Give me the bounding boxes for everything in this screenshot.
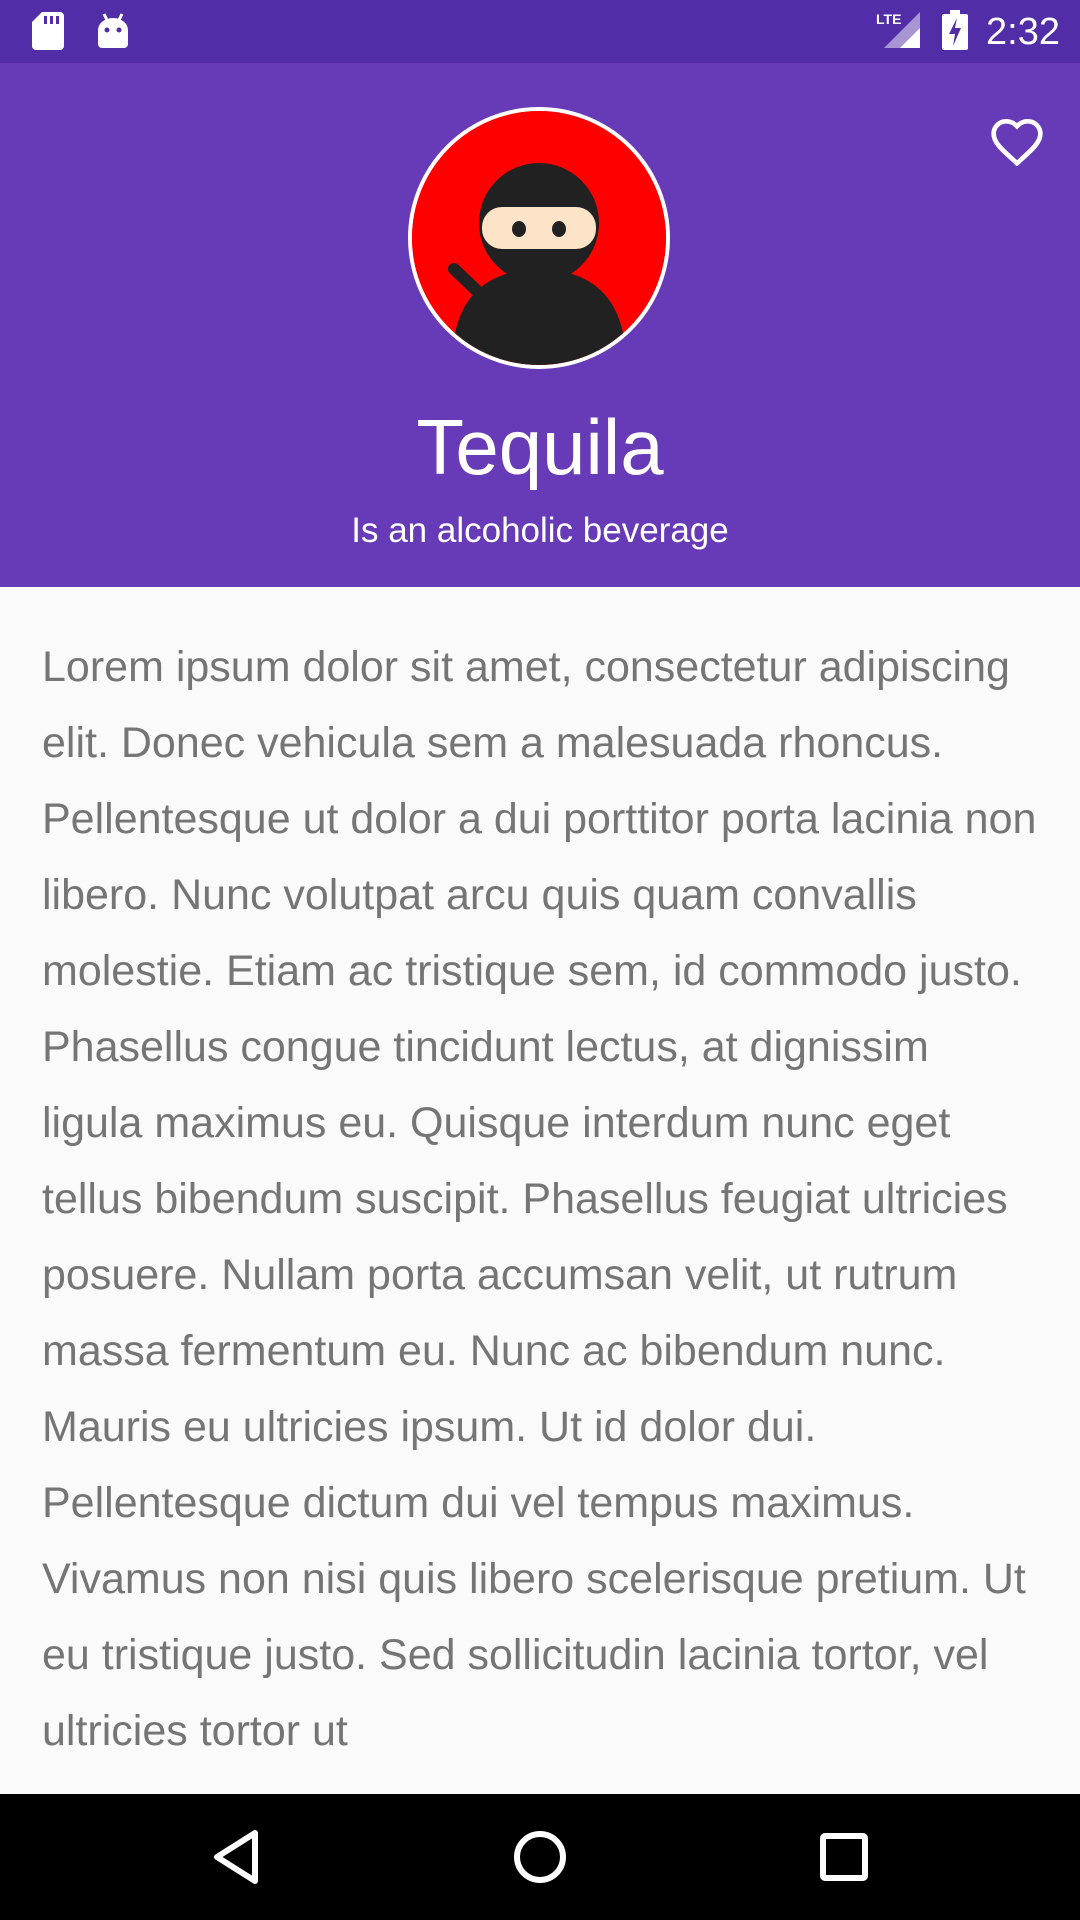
page-subtitle: Is an alcoholic beverage — [351, 511, 729, 550]
back-icon — [214, 1830, 258, 1884]
recents-button[interactable] — [808, 1821, 880, 1893]
status-time: 2:32 — [986, 11, 1060, 53]
sd-card-icon — [32, 12, 64, 55]
body-text: Lorem ipsum dolor sit amet, consectetur … — [42, 643, 1037, 1755]
profile-header: Tequila Is an alcoholic beverage — [0, 63, 1080, 587]
home-button[interactable] — [504, 1821, 576, 1893]
status-bar: LTE 2:32 — [0, 0, 1080, 63]
page-title: Tequila — [416, 403, 664, 491]
heart-outline-icon — [991, 118, 1043, 166]
favorite-button[interactable] — [980, 103, 1054, 177]
ninja-avatar-icon — [412, 111, 666, 365]
navigation-bar — [0, 1794, 1080, 1920]
network-label: LTE — [876, 11, 901, 27]
back-button[interactable] — [200, 1821, 272, 1893]
home-icon — [514, 1831, 566, 1883]
signal-icon: LTE — [876, 10, 924, 55]
battery-charging-icon — [942, 9, 969, 55]
scroll-content[interactable]: Lorem ipsum dolor sit amet, consectetur … — [0, 587, 1080, 1794]
android-icon — [96, 12, 130, 55]
avatar — [408, 107, 670, 369]
recents-icon — [820, 1833, 868, 1881]
